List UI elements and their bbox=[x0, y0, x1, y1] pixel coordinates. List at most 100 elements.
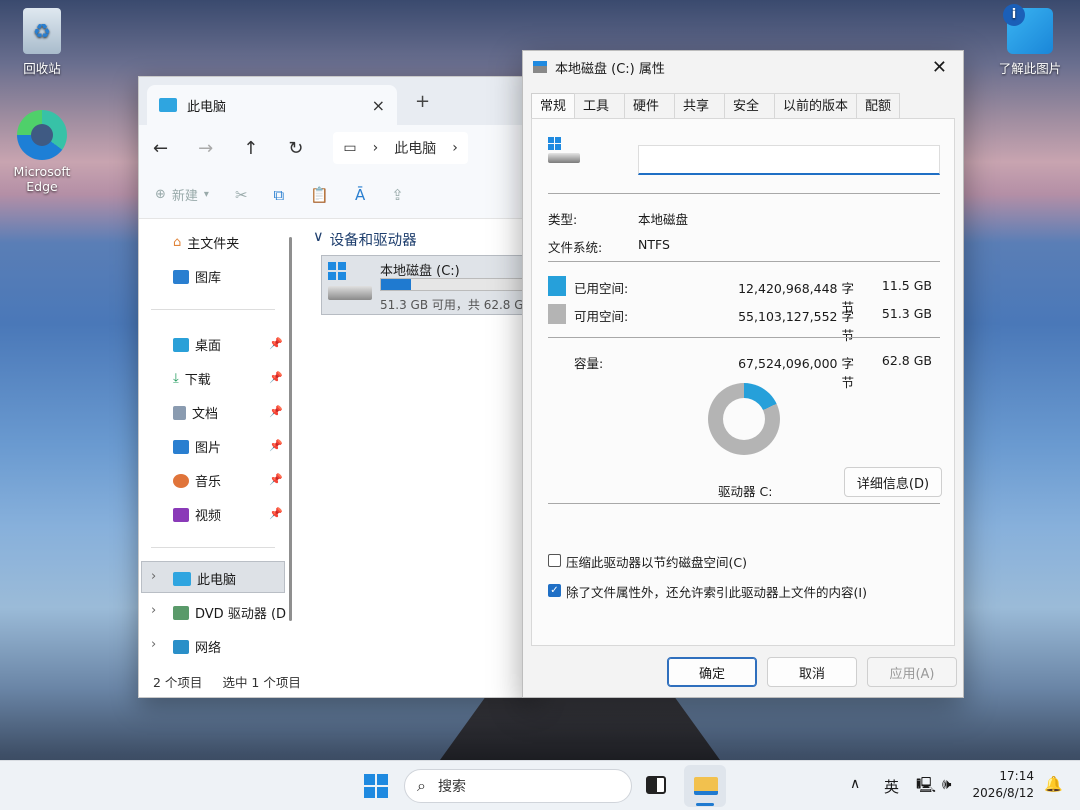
compress-label[interactable]: 压缩此驱动器以节约磁盘空间(C) bbox=[566, 552, 747, 571]
sidebar-item-music[interactable]: 音乐 bbox=[173, 471, 221, 490]
cut-icon[interactable]: ✂ bbox=[235, 186, 248, 204]
ok-button[interactable]: 确定 bbox=[667, 657, 757, 687]
search-icon: ⌕ bbox=[417, 776, 426, 795]
active-indicator bbox=[696, 803, 714, 806]
breadcrumb-this-pc[interactable]: 此电脑 bbox=[394, 138, 436, 158]
content-pane: ∨ 设备和驱动器 本地磁盘 (C:) 51.3 GB 可用，共 62.8 G bbox=[299, 219, 550, 671]
this-pc-item[interactable]: 此电脑 bbox=[173, 569, 236, 588]
sidebar-item-downloads[interactable]: ⤓ 下载 bbox=[173, 369, 211, 388]
dialog-title: 本地磁盘 (C:) 属性 bbox=[555, 61, 665, 77]
taskbar-search-box[interactable]: ⌕ 搜索 bbox=[404, 769, 632, 803]
tab-tools[interactable]: 工具 bbox=[574, 93, 626, 119]
close-icon[interactable]: ✕ bbox=[932, 57, 953, 78]
chevron-right-icon[interactable]: › bbox=[151, 569, 156, 584]
tab-previous-versions[interactable]: 以前的版本 bbox=[774, 93, 858, 119]
cancel-button[interactable]: 取消 bbox=[767, 657, 857, 687]
music-icon bbox=[173, 473, 189, 488]
sidebar-item-dvd[interactable]: DVD 驱动器 (D bbox=[173, 603, 286, 622]
compress-checkbox[interactable] bbox=[548, 554, 561, 567]
back-arrow-icon[interactable]: ← bbox=[153, 138, 168, 159]
sidebar-item-label: DVD 驱动器 (D bbox=[195, 607, 287, 622]
volume-label-input[interactable] bbox=[638, 145, 940, 175]
close-tab-icon[interactable]: × bbox=[372, 96, 385, 115]
dvd-drive-icon bbox=[173, 605, 189, 620]
sidebar-item-documents[interactable]: 文档 bbox=[173, 403, 218, 422]
divider bbox=[548, 337, 940, 338]
sidebar-item-label: 图库 bbox=[195, 271, 222, 286]
free-space-swatch bbox=[548, 304, 566, 324]
capacity-label: 容量: bbox=[574, 356, 604, 371]
task-view-icon[interactable] bbox=[646, 776, 666, 794]
notification-bell-icon[interactable]: 🔔 bbox=[1044, 775, 1063, 793]
item-count: 2 个项目 bbox=[153, 675, 203, 690]
start-windows-icon[interactable] bbox=[364, 774, 388, 798]
sidebar-item-label: 文档 bbox=[192, 407, 219, 422]
filesystem-value: NTFS bbox=[638, 237, 670, 252]
desktop-icon bbox=[173, 337, 189, 352]
group-header[interactable]: ∨ 设备和驱动器 bbox=[313, 229, 417, 250]
sidebar-item-desktop[interactable]: 桌面 bbox=[173, 335, 221, 354]
pier-scenery bbox=[440, 690, 720, 760]
share-icon[interactable]: ⇪ bbox=[391, 186, 404, 204]
home-icon: ⌂ bbox=[173, 235, 182, 250]
index-checkbox[interactable]: ✓ bbox=[548, 584, 561, 597]
network-icon[interactable]: 🖳 bbox=[916, 775, 936, 800]
refresh-icon[interactable]: ↻ bbox=[288, 138, 303, 159]
new-button[interactable]: ⊕ 新建 ▾ bbox=[155, 185, 209, 204]
paste-icon[interactable]: 📋 bbox=[310, 186, 329, 204]
rename-icon[interactable]: Ā bbox=[355, 186, 365, 204]
divider bbox=[548, 261, 940, 262]
search-placeholder: 搜索 bbox=[437, 779, 466, 795]
chevron-up-icon[interactable]: ∧ bbox=[850, 776, 860, 792]
forward-arrow-icon[interactable]: → bbox=[198, 138, 213, 159]
ime-indicator[interactable]: 英 bbox=[884, 776, 899, 797]
details-button[interactable]: 详细信息(D) bbox=[844, 467, 942, 497]
pin-icon: 📌 bbox=[269, 507, 283, 520]
sidebar-item-label: 主文件夹 bbox=[187, 237, 240, 252]
sidebar-item-videos[interactable]: 视频 bbox=[173, 505, 221, 524]
navigation-pane: ⌂ 主文件夹 图库 桌面 📌 ⤓ 下载 📌 文档 📌 图片 📌 音乐 📌 视频 … bbox=[139, 219, 287, 671]
new-button-label: 新建 bbox=[171, 189, 198, 204]
tab-sharing[interactable]: 共享 bbox=[674, 93, 726, 119]
drive-c-tile[interactable]: 本地磁盘 (C:) 51.3 GB 可用，共 62.8 G bbox=[321, 255, 550, 315]
video-icon bbox=[173, 507, 189, 522]
sidebar-item-home[interactable]: ⌂ 主文件夹 bbox=[173, 233, 239, 252]
drive-letter-label: 驱动器 C: bbox=[718, 484, 773, 499]
tab-security[interactable]: 安全 bbox=[724, 93, 776, 119]
sidebar-item-gallery[interactable]: 图库 bbox=[173, 267, 221, 286]
index-label[interactable]: 除了文件属性外，还允许索引此驱动器上文件的内容(I) bbox=[566, 582, 867, 601]
download-icon: ⤓ bbox=[173, 371, 179, 386]
volume-icon[interactable]: 🕪 bbox=[942, 775, 951, 793]
chevron-right-icon[interactable]: › bbox=[151, 603, 156, 618]
apply-button[interactable]: 应用(A) bbox=[867, 657, 957, 687]
taskbar: ⌕ 搜索 ∧ 英 🖳 🕪 17:14 2026/8/12 🔔 bbox=[0, 760, 1080, 810]
tab-general[interactable]: 常规 bbox=[531, 93, 576, 120]
free-space-bytes: 55,103,127,552 字节 bbox=[738, 309, 854, 343]
sidebar-item-network[interactable]: 网络 bbox=[173, 637, 221, 656]
address-bar[interactable]: ▭ › 此电脑 › bbox=[333, 132, 468, 164]
sidebar-item-pictures[interactable]: 图片 bbox=[173, 437, 221, 456]
hard-drive-icon bbox=[548, 137, 580, 165]
pin-icon: 📌 bbox=[269, 405, 283, 418]
clock[interactable]: 17:14 2026/8/12 bbox=[970, 768, 1034, 802]
pin-icon: 📌 bbox=[269, 337, 283, 350]
copy-icon[interactable]: ⧉ bbox=[274, 186, 285, 204]
sidebar-item-label: 此电脑 bbox=[197, 573, 237, 588]
nav-scrollbar[interactable] bbox=[289, 237, 292, 621]
new-tab-button[interactable]: + bbox=[415, 91, 430, 112]
drive-space-text: 51.3 GB 可用，共 62.8 G bbox=[380, 298, 524, 312]
learn-picture-desktop-icon[interactable]: i 了解此图片 bbox=[990, 4, 1070, 77]
info-picture-icon: i bbox=[1003, 4, 1053, 54]
edge-desktop-icon[interactable]: Microsoft Edge bbox=[2, 110, 82, 194]
up-arrow-icon[interactable]: ↑ bbox=[243, 138, 258, 159]
chevron-right-icon: › bbox=[452, 140, 458, 156]
drive-icon bbox=[533, 61, 547, 73]
drive-properties-dialog: 本地磁盘 (C:) 属性 ✕ 常规 工具 硬件 共享 安全 以前的版本 配额 类… bbox=[522, 50, 964, 698]
chevron-right-icon[interactable]: › bbox=[151, 637, 156, 652]
tab-hardware[interactable]: 硬件 bbox=[624, 93, 676, 119]
file-explorer-taskbar-icon[interactable] bbox=[684, 765, 726, 807]
tab-quota[interactable]: 配额 bbox=[856, 93, 901, 119]
recycle-bin-desktop-icon[interactable]: ♻ 回收站 bbox=[2, 8, 82, 77]
monitor-icon bbox=[173, 571, 191, 586]
tab-this-pc[interactable]: 此电脑 × bbox=[147, 85, 397, 125]
